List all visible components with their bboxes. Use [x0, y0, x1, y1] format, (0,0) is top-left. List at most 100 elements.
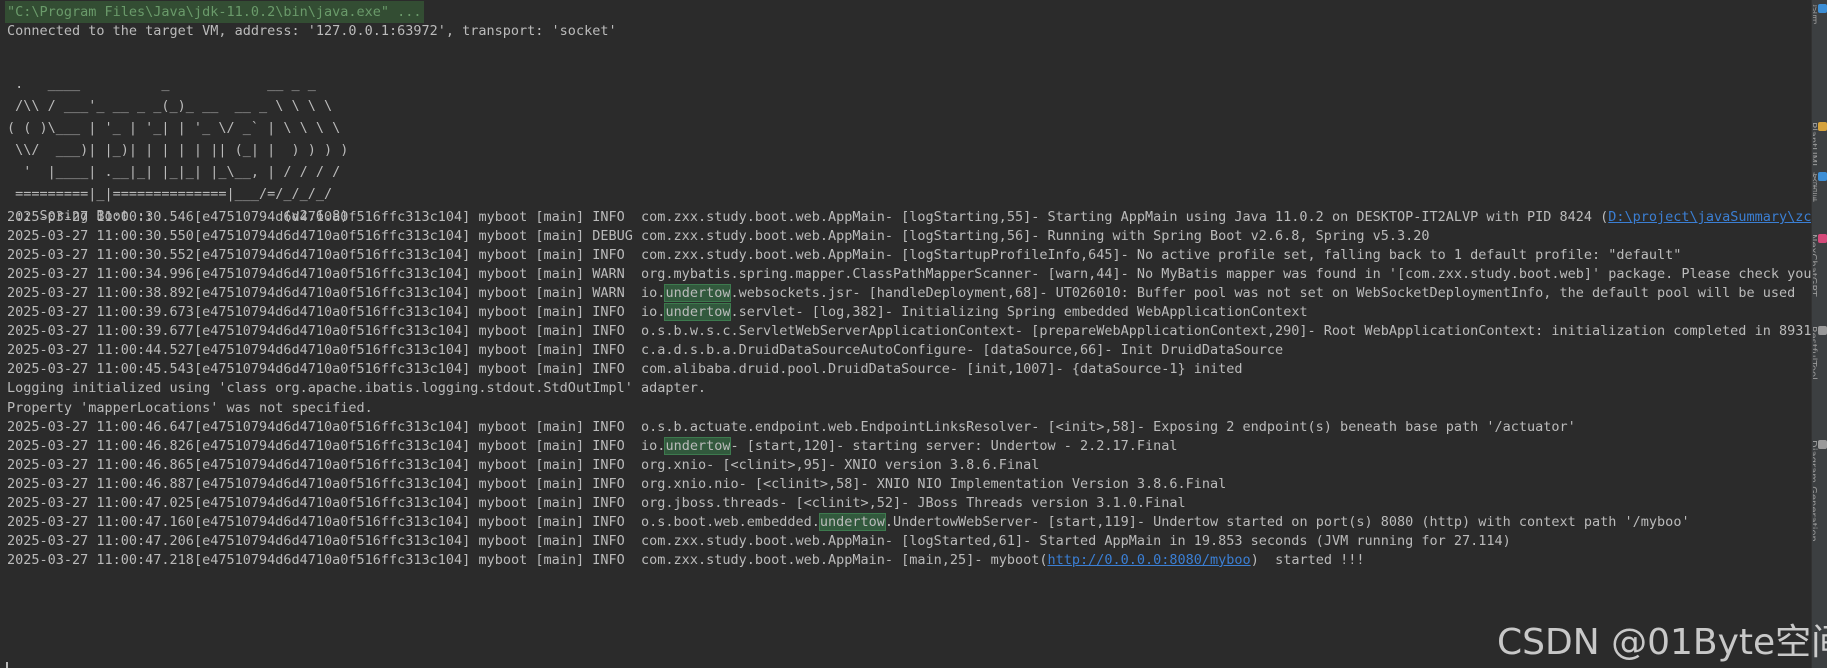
log-trace-id: e47510794d6d4710a0f516ffc313c104: [202, 437, 463, 454]
right-tool-window-bar: 应用 PlantUML 数据库 NexChatGPT RestfulTool Diagra…: [1811, 0, 1827, 668]
log-trace-id: e47510794d6d4710a0f516ffc313c104: [202, 475, 463, 492]
log-level: INFO: [592, 475, 633, 492]
tool-window-app[interactable]: 应用: [1813, 4, 1827, 114]
log-logger: .servlet: [730, 304, 796, 321]
log-logger: .UndertowWebServer: [884, 513, 1032, 530]
tool-window-label: NexChatGPT: [1813, 234, 1818, 297]
log-logger: c.a.d.s.b.a.DruidDataSourceAutoConfigure: [641, 342, 967, 359]
log-trace-id: e47510794d6d4710a0f516ffc313c104: [202, 209, 463, 225]
run-console[interactable]: "C:\Program Files\Java\jdk-11.0.2\bin\ja…: [0, 0, 1812, 668]
log-timestamp: 2025-03-27 11:00:30.552: [7, 247, 194, 264]
log-timestamp: 2025-03-27 11:00:44.527: [7, 342, 194, 359]
tool-window-restful[interactable]: RestfulTool: [1813, 326, 1827, 436]
log-level: INFO: [592, 361, 633, 378]
log-level: INFO: [592, 247, 633, 264]
log-location: <init>,58: [1055, 418, 1129, 435]
log-trace-id: e47510794d6d4710a0f516ffc313c104: [202, 456, 463, 473]
log-location: logStarting,56: [909, 228, 1024, 245]
search-highlight: undertow: [664, 284, 732, 303]
log-trace-id: e47510794d6d4710a0f516ffc313c104: [202, 513, 463, 530]
log-message: Exposing 2 endpoint(s) beneath base path…: [1153, 418, 1576, 435]
log-thread: main: [543, 247, 576, 264]
log-timestamp: 2025-03-27 11:00:47.206: [7, 532, 194, 549]
log-app-name: myboot: [478, 285, 528, 302]
log-level: INFO: [592, 456, 633, 473]
log-timestamp: 2025-03-27 11:00:38.892: [7, 285, 194, 302]
log-timestamp: 2025-03-27 11:00:39.677: [7, 323, 194, 340]
log-app-name: myboot: [478, 551, 528, 568]
search-highlight: undertow: [818, 512, 886, 531]
search-highlight: undertow: [664, 303, 732, 322]
log-thread: main: [543, 551, 576, 568]
log-timestamp: 2025-03-27 11:00:47.025: [7, 494, 194, 511]
log-thread: main: [543, 456, 576, 473]
log-thread: main: [543, 532, 576, 549]
log-location: prepareWebApplicationContext,290: [1039, 323, 1300, 340]
log-location: start,119: [1055, 513, 1129, 530]
log-logger: com.zxx.study.boot.web.AppMain: [641, 551, 885, 568]
log-thread: main: [543, 285, 576, 302]
log-app-name: myboot: [478, 228, 528, 245]
log-app-name: myboot: [478, 361, 528, 378]
log-timestamp: 2025-03-27 11:00:30.546: [7, 209, 194, 225]
tool-window-label: PlantUML: [1813, 122, 1818, 166]
tool-window-database[interactable]: 数据库: [1813, 172, 1827, 232]
log-logger: .websockets.jsr: [730, 285, 853, 302]
log-logger: o.s.b.w.s.c.ServletWebServerApplicationC…: [641, 323, 1015, 340]
log-trace-id: e47510794d6d4710a0f516ffc313c104: [202, 418, 463, 435]
log-logger: io.: [641, 437, 666, 454]
log-message: Root WebApplicationContext: initializati…: [1323, 323, 1812, 340]
log-level: INFO: [592, 323, 633, 340]
spring-boot-banner: . ____ _ __ _ _ /\\ / ___'_ __ _ _(_)_ _…: [7, 76, 349, 224]
log-level: WARN: [592, 285, 633, 302]
connected-line: Connected to the target VM, address: '12…: [7, 23, 617, 39]
log-trace-id: e47510794d6d4710a0f516ffc313c104: [202, 494, 463, 511]
log-message: Started AppMain in 19.853 seconds (JVM r…: [1039, 532, 1511, 549]
log-message: No MyBatis mapper was found in '[com.zxx…: [1136, 266, 1812, 283]
tool-window-label: RestfulTool: [1813, 326, 1818, 380]
log-raw-text: Logging initialized using 'class org.apa…: [7, 380, 706, 397]
log-trace-id: e47510794d6d4710a0f516ffc313c104: [202, 323, 463, 340]
log-level: INFO: [592, 513, 633, 530]
log-logger: o.s.b.actuate.endpoint.web.EndpointLinks…: [641, 418, 1032, 435]
tool-window-label: Diagram Generation: [1813, 440, 1818, 542]
log-link[interactable]: D:\project\javaSummary\zcloud: [1608, 209, 1812, 225]
log-thread: main: [543, 418, 576, 435]
log-link[interactable]: http://0.0.0.0:8080/myboo: [1047, 552, 1250, 568]
log-app-name: myboot: [478, 437, 528, 454]
tool-window-plantuml[interactable]: PlantUML: [1813, 122, 1827, 166]
tool-window-diagram[interactable]: Diagram Generation: [1813, 440, 1827, 560]
log-level: INFO: [592, 494, 633, 511]
log-app-name: myboot: [478, 494, 528, 511]
log-logger: org.jboss.threads: [641, 494, 780, 511]
log-level: INFO: [592, 304, 633, 321]
log-app-name: myboot: [478, 475, 528, 492]
log-logger: com.alibaba.druid.pool.DruidDataSource: [641, 361, 950, 378]
log-message: JBoss Threads version 3.1.0.Final: [917, 494, 1186, 511]
log-app-name: myboot: [478, 418, 528, 435]
log-location: logStarting,55: [909, 209, 1024, 225]
log-trace-id: e47510794d6d4710a0f516ffc313c104: [202, 247, 463, 264]
log-logger: com.zxx.study.boot.web.AppMain: [641, 532, 885, 549]
log-trace-id: e47510794d6d4710a0f516ffc313c104: [202, 532, 463, 549]
chatgpt-icon: [1818, 234, 1827, 243]
log-logger: org.mybatis.spring.mapper.ClassPathMappe…: [641, 266, 1032, 283]
log-trace-id: e47510794d6d4710a0f516ffc313c104: [202, 342, 463, 359]
log-message: Initializing Spring embedded WebApplicat…: [901, 304, 1308, 321]
log-trace-id: e47510794d6d4710a0f516ffc313c104: [202, 228, 463, 245]
log-logger: o.s.boot.web.embedded.: [641, 513, 820, 530]
log-trace-id: e47510794d6d4710a0f516ffc313c104: [202, 285, 463, 302]
log-thread: main: [543, 513, 576, 530]
log-message: myboot(: [990, 551, 1048, 568]
log-thread: main: [543, 304, 576, 321]
app-icon: [1818, 4, 1827, 13]
log-timestamp: 2025-03-27 11:00:47.160: [7, 513, 194, 530]
log-level: INFO: [592, 437, 633, 454]
log-app-name: myboot: [478, 342, 528, 359]
log-thread: main: [543, 361, 576, 378]
log-logger: org.xnio: [641, 456, 707, 473]
log-line: 2025-03-27 11:00:47.218[e47510794d6d4710…: [7, 551, 1365, 568]
log-message: XNIO version 3.8.6.Final: [844, 456, 1040, 473]
plantuml-icon: [1818, 122, 1827, 131]
tool-window-chatgpt[interactable]: NexChatGPT: [1813, 234, 1827, 324]
